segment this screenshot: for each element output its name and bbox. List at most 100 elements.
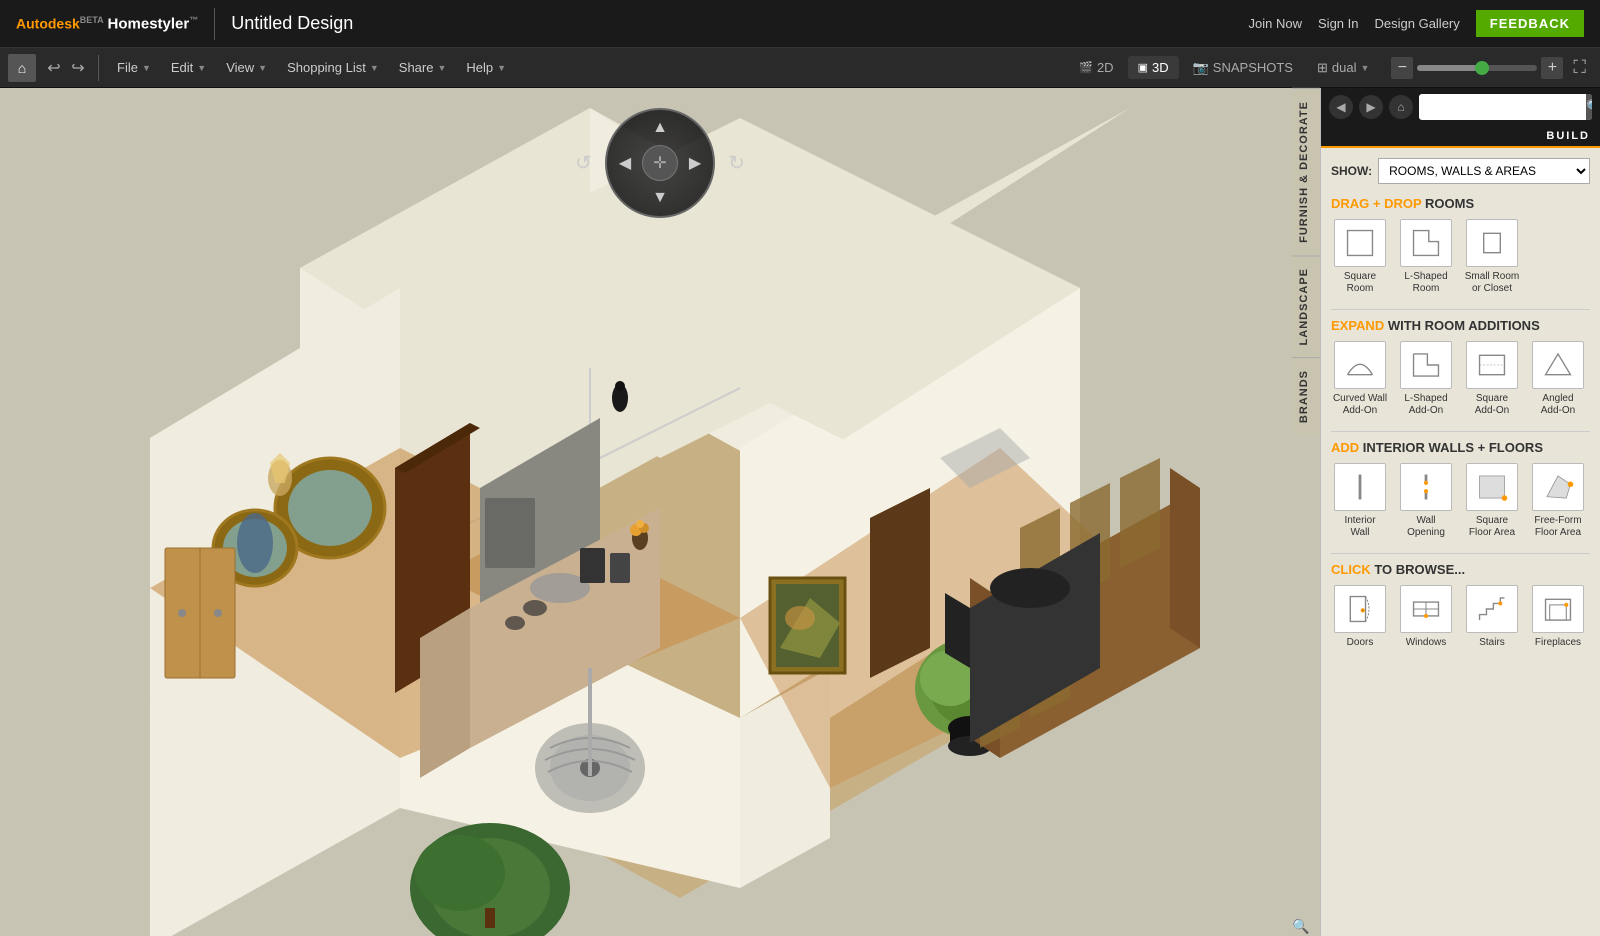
product-name: Homestyler	[108, 15, 190, 32]
rotate-left-button[interactable]: ↺	[575, 151, 592, 176]
panel-back-button[interactable]: ◀	[1329, 95, 1353, 119]
small-room-item[interactable]: Small Roomor Closet	[1463, 219, 1521, 295]
zoom-in-button[interactable]: +	[1541, 57, 1563, 79]
sep-3	[1331, 553, 1590, 554]
logo-area: AutodeskBETA Homestyler™	[16, 15, 198, 33]
topbar: AutodeskBETA Homestyler™ Untitled Design…	[0, 0, 1600, 48]
drag-heading-rest: ROOMS	[1425, 196, 1474, 211]
l-shaped-room-item[interactable]: L-ShapedRoom	[1397, 219, 1455, 295]
brands-tab[interactable]: BRANDS	[1292, 357, 1320, 435]
file-menu[interactable]: File ▼	[107, 56, 161, 79]
panel-home-button[interactable]: ⌂	[1389, 95, 1413, 119]
angled-addon-item[interactable]: AngledAdd-On	[1529, 341, 1587, 417]
fireplaces-item[interactable]: Fireplaces	[1529, 585, 1587, 649]
interior-heading-rest: INTERIOR WALLS + FLOORS	[1363, 440, 1543, 455]
stairs-svg	[1474, 591, 1510, 627]
windows-icon-box	[1400, 585, 1452, 633]
curved-wall-item[interactable]: Curved WallAdd-On	[1331, 341, 1389, 417]
snapshots-button[interactable]: 📷 SNAPSHOTS	[1183, 56, 1303, 80]
small-room-svg	[1474, 225, 1510, 261]
free-form-floor-item[interactable]: Free-FormFloor Area	[1529, 463, 1587, 539]
browse-heading-rest: TO BROWSE...	[1374, 562, 1465, 577]
wall-opening-item[interactable]: WallOpening	[1397, 463, 1455, 539]
rotate-right-button[interactable]: ↻	[728, 151, 745, 176]
l-shaped-addon-item[interactable]: L-ShapedAdd-On	[1397, 341, 1455, 417]
fireplaces-svg	[1540, 591, 1576, 627]
panel-search-side[interactable]: 🔍	[1292, 918, 1320, 936]
title-divider	[214, 8, 215, 40]
share-menu[interactable]: Share ▼	[389, 56, 457, 79]
square-floor-item[interactable]: SquareFloor Area	[1463, 463, 1521, 539]
drag-rooms-heading: DRAG + DROP ROOMS	[1331, 196, 1590, 211]
angled-addon-label: AngledAdd-On	[1541, 393, 1575, 417]
zoom-thumb[interactable]	[1475, 61, 1489, 75]
viewport[interactable]: ↺ ▲ ▼ ◀ ▶ ✛ ↻	[0, 88, 1320, 936]
sign-in-link[interactable]: Sign In	[1318, 16, 1358, 31]
panel-search-input[interactable]	[1419, 96, 1586, 118]
square-addon-icon-box	[1466, 341, 1518, 389]
beta-badge: BETA	[80, 15, 104, 25]
view-3d-button[interactable]: ▣ 3D	[1128, 56, 1179, 79]
panel-search-submit[interactable]: 🔍	[1586, 94, 1592, 120]
zoom-slider[interactable]	[1417, 65, 1537, 71]
stairs-icon-box	[1466, 585, 1518, 633]
home-icon-btn[interactable]: ⌂	[8, 54, 36, 82]
stairs-label: Stairs	[1479, 637, 1505, 649]
view-2d-button[interactable]: 🎬 2D	[1069, 56, 1123, 79]
design-gallery-link[interactable]: Design Gallery	[1375, 16, 1460, 31]
home-icon: ⌂	[18, 60, 26, 76]
browse-grid: Doors Windows	[1331, 585, 1590, 649]
interior-wall-icon-box	[1334, 463, 1386, 511]
square-floor-svg	[1474, 469, 1510, 505]
nav-ring: ▲ ▼ ◀ ▶ ✛	[605, 108, 715, 218]
l-shaped-room-svg	[1408, 225, 1444, 261]
nav-down-button[interactable]: ▼	[648, 186, 672, 210]
design-title: Untitled Design	[231, 13, 353, 34]
main-area: ↺ ▲ ▼ ◀ ▶ ✛ ↻ FURNISH & DECORATE LANDSCA…	[0, 88, 1600, 936]
l-shaped-addon-icon-box	[1400, 341, 1452, 389]
l-shaped-addon-label: L-ShapedAdd-On	[1404, 393, 1447, 417]
redo-button[interactable]: ↪	[66, 56, 90, 80]
doors-item[interactable]: Doors	[1331, 585, 1389, 649]
stairs-item[interactable]: Stairs	[1463, 585, 1521, 649]
square-floor-icon-box	[1466, 463, 1518, 511]
interior-heading-colored: ADD	[1331, 440, 1359, 455]
wall-opening-svg	[1408, 469, 1444, 505]
wall-opening-label: WallOpening	[1407, 515, 1445, 539]
nav-right-button[interactable]: ▶	[683, 151, 707, 175]
file-arrow: ▼	[142, 63, 151, 73]
build-label: BUILD	[1546, 130, 1590, 142]
l-shaped-room-icon-box	[1400, 219, 1452, 267]
small-room-label: Small Roomor Closet	[1465, 271, 1519, 295]
join-now-link[interactable]: Join Now	[1249, 16, 1302, 31]
feedback-button[interactable]: FEEDBACK	[1476, 10, 1584, 37]
landscape-tab[interactable]: LANDSCAPE	[1292, 255, 1320, 357]
windows-item[interactable]: Windows	[1397, 585, 1455, 649]
camera-icon: 📷	[1193, 60, 1209, 76]
fireplaces-icon-box	[1532, 585, 1584, 633]
zoom-out-button[interactable]: −	[1391, 57, 1413, 79]
menubar: ⌂ ↩ ↪ File ▼ Edit ▼ View ▼ Shopping List…	[0, 48, 1600, 88]
nav-up-button[interactable]: ▲	[648, 116, 672, 140]
panel-forward-button[interactable]: ▶	[1359, 95, 1383, 119]
nav-left-button[interactable]: ◀	[613, 151, 637, 175]
square-addon-item[interactable]: SquareAdd-On	[1463, 341, 1521, 417]
square-room-icon-box	[1334, 219, 1386, 267]
edit-menu[interactable]: Edit ▼	[161, 56, 216, 79]
show-dropdown[interactable]: ROOMS, WALLS & AREAS ALL FLOOR PLAN	[1378, 158, 1590, 184]
edit-arrow: ▼	[197, 63, 206, 73]
fullscreen-button[interactable]: ⛶	[1567, 57, 1592, 78]
sep-1	[1331, 309, 1590, 310]
square-room-item[interactable]: SquareRoom	[1331, 219, 1389, 295]
nav-center-button[interactable]: ✛	[642, 145, 678, 181]
interior-grid: InteriorWall WallOpening	[1331, 463, 1590, 539]
furnish-decorate-tab[interactable]: FURNISH & DECORATE	[1292, 88, 1320, 255]
view-menu[interactable]: View ▼	[216, 56, 277, 79]
undo-button[interactable]: ↩	[42, 56, 66, 80]
drag-heading-colored: DRAG + DROP	[1331, 196, 1421, 211]
expand-heading: EXPAND WITH ROOM ADDITIONS	[1331, 318, 1590, 333]
dual-view-button[interactable]: ⊞ dual ▼	[1307, 56, 1379, 80]
help-menu[interactable]: Help ▼	[456, 56, 516, 79]
shopping-list-menu[interactable]: Shopping List ▼	[277, 56, 389, 79]
interior-wall-item[interactable]: InteriorWall	[1331, 463, 1389, 539]
